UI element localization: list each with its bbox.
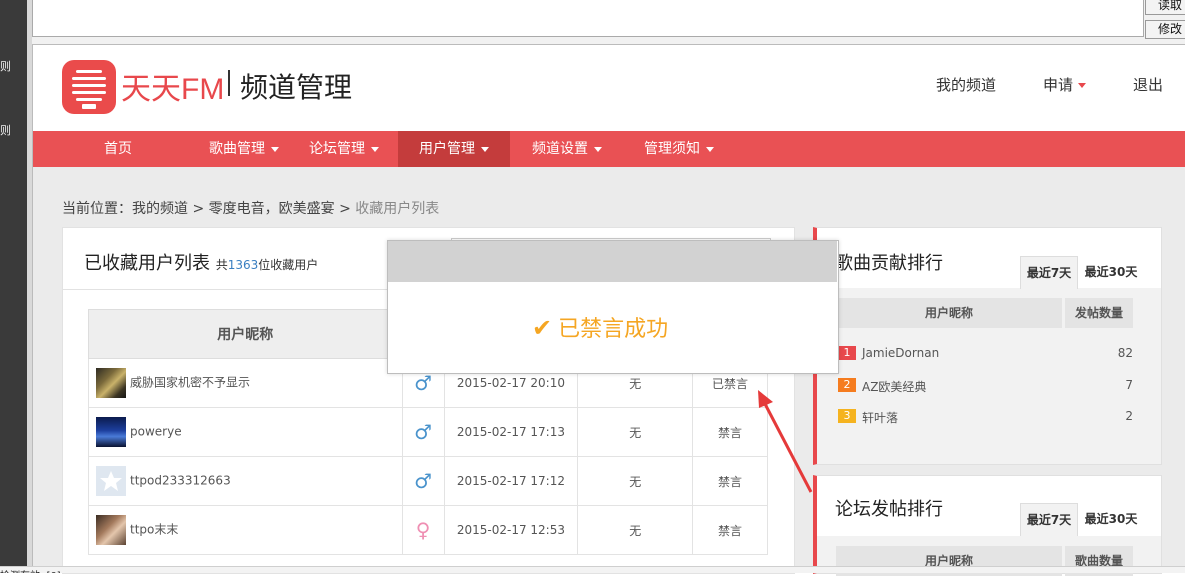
panel-title: 已收藏用户列表 共1363位收藏用户 [84,249,318,275]
annotation-arrow [758,390,813,493]
rank-user-name[interactable]: JamieDornan [862,346,939,360]
male-icon: ♂ [414,469,432,493]
breadcrumb-current: 收藏用户列表 [355,201,440,217]
apply-menu[interactable]: 申请 [1043,74,1087,95]
host-text-area[interactable] [32,0,1144,37]
user-cell: ttpod233312663 [88,456,403,506]
extra-cell: 无 [577,456,694,506]
user-nickname[interactable]: ttpod233312663 [130,474,231,488]
nav-label: 首页 [104,141,132,157]
site-subtitle: 频道管理 [240,71,353,104]
count-prefix: 共 [215,258,228,272]
chevron-down-icon [1078,83,1087,88]
user-cell: 威胁国家机密不予显示 [88,358,403,408]
chevron-down-icon [371,146,379,152]
breadcrumb: 当前位置：我的频道 > 零度电音，欧美盛宴 > 收藏用户列表 [62,198,439,218]
tab-recent-30-days[interactable]: 最近30天 [1080,503,1142,535]
male-icon: ♂ [414,371,432,395]
apply-label: 申请 [1043,76,1074,94]
nav-channel-settings[interactable]: 频道设置 [511,131,623,167]
favorite-time: 2015-02-17 17:12 [443,456,579,506]
star-icon [100,471,122,491]
dialog-header [388,241,837,282]
rank-badge: 3 [838,409,856,423]
rank-badge: 1 [838,346,856,360]
favorite-time: 2015-02-17 17:13 [443,407,579,457]
table-row: powerye ♂ 2015-02-17 17:13 无 禁言 [88,407,768,457]
favorite-time: 2015-02-17 12:53 [443,505,579,555]
nav-label: 论坛管理 [309,141,365,157]
brand-name: 天天FM [121,73,225,106]
main-nav: 首页 歌曲管理 论坛管理 用户管理 频道设置 管理须知 [33,131,1185,167]
host-left-label: 则 [0,60,11,73]
my-channel-link[interactable]: 我的频道 [936,74,996,95]
rank-count: 7 [1125,378,1133,392]
breadcrumb-channel[interactable]: 零度电音，欧美盛宴 [209,201,335,217]
read-button[interactable]: 读取 [1145,0,1185,15]
extra-cell: 无 [577,407,694,457]
user-nickname[interactable]: 威胁国家机密不予显示 [130,376,250,390]
female-icon: ♀ [415,518,431,542]
success-message: ✔ 已禁言成功 [532,311,668,343]
panel-title-text: 已收藏用户列表 [84,253,210,274]
breadcrumb-prefix: 当前位置： [62,201,132,217]
nav-user-management[interactable]: 用户管理 [398,131,510,167]
host-left-sidebar: 则 则 [0,0,27,572]
chevron-down-icon [271,146,279,152]
nav-song-management[interactable]: 歌曲管理 [188,131,300,167]
avatar[interactable] [96,368,126,398]
gender-cell: ♂ [401,407,445,457]
nav-admin-notes[interactable]: 管理须知 [623,131,735,167]
gender-cell: ♀ [401,505,445,555]
tab-recent-7-days[interactable]: 最近7天 [1020,503,1078,536]
user-cell: powerye [88,407,403,457]
ttfm-logo[interactable] [62,60,116,114]
rank-user-name[interactable]: AZ欧美经典 [862,378,926,395]
col-nickname-header: 用户昵称 [88,309,403,359]
nav-label: 歌曲管理 [209,141,265,157]
breadcrumb-separator: > [188,201,209,217]
brand-divider [228,70,230,96]
extra-cell: 无 [577,505,694,555]
table-row: ttpod233312663 ♂ 2015-02-17 17:12 无 禁言 [88,456,768,506]
forum-rank-title: 论坛发帖排行 [835,499,943,520]
col-count-header: 发帖数量 [1065,298,1133,328]
chevron-down-icon [706,146,714,152]
check-icon: ✔ [532,314,553,342]
user-nickname[interactable]: ttpo末末 [130,523,178,537]
rank-badge: 2 [838,378,856,392]
col-user-header: 用户昵称 [836,298,1062,328]
modify-button[interactable]: 修改 [1145,20,1185,39]
tab-recent-7-days[interactable]: 最近7天 [1020,256,1078,289]
nav-forum-management[interactable]: 论坛管理 [288,131,400,167]
breadcrumb-my-channel[interactable]: 我的频道 [132,201,188,217]
nav-label: 管理须知 [644,141,700,157]
nav-label: 频道设置 [532,141,588,157]
tab-recent-30-days[interactable]: 最近30天 [1080,256,1142,288]
favorite-count: 1363 [227,258,259,272]
user-cell: ttpo末末 [88,505,403,555]
song-rank-title: 歌曲贡献排行 [835,253,943,274]
nav-label: 用户管理 [419,141,475,157]
user-nickname[interactable]: powerye [130,425,182,439]
rank-count: 82 [1117,346,1133,360]
mute-button[interactable]: 禁言 [692,505,768,555]
breadcrumb-separator: > [334,201,356,217]
nav-home[interactable]: 首页 [75,131,161,167]
avatar[interactable] [96,466,126,496]
rank-count: 2 [1125,409,1133,423]
host-left-label: 则 [0,124,11,137]
success-text: 已禁言成功 [558,317,669,342]
rank-user-name[interactable]: 轩叶落 [862,409,898,426]
gender-cell: ♂ [401,456,445,506]
chevron-down-icon [594,146,602,152]
count-suffix: 位收藏用户 [258,258,319,272]
avatar[interactable] [96,515,126,545]
avatar[interactable] [96,417,126,447]
male-icon: ♂ [414,420,432,444]
chevron-down-icon [481,146,489,152]
logout-link[interactable]: 退出 [1133,74,1163,95]
table-row: ttpo末末 ♀ 2015-02-17 12:53 无 禁言 [88,505,768,555]
